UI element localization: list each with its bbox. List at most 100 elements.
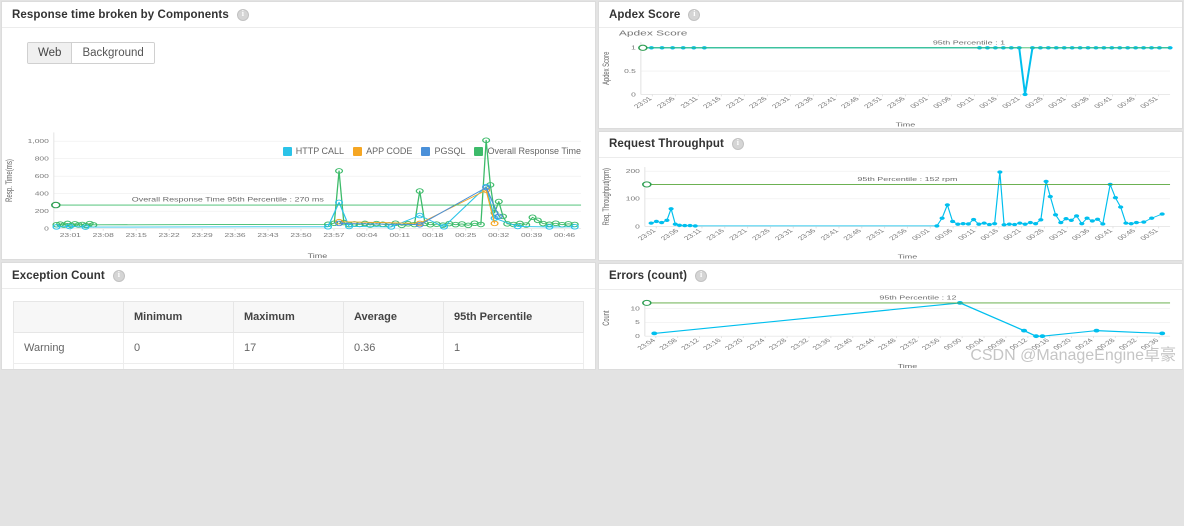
svg-text:23:51: 23:51 [865,228,887,242]
svg-text:00:21: 00:21 [1002,228,1024,242]
svg-text:00:26: 00:26 [1024,228,1046,242]
table-cell: 0 [123,332,234,365]
left-column: Response time broken by Components Web B… [0,0,597,371]
svg-text:Time: Time [898,253,918,260]
svg-text:00:32: 00:32 [488,231,509,238]
panel-body-errors-count: 0 5 10 23:04 23:08 23:12 23:16 23:20 23:24 23:28 2… [599,290,1182,369]
svg-text:200: 200 [35,208,49,215]
svg-text:00:41: 00:41 [1093,228,1115,242]
table-cell: 5 [443,363,584,370]
svg-text:Time: Time [898,362,918,369]
svg-text:00:36: 00:36 [1139,337,1161,351]
svg-text:23:08: 23:08 [93,231,114,238]
svg-text:23:51: 23:51 [862,96,884,110]
svg-text:Time: Time [308,252,328,259]
svg-text:00:04: 00:04 [356,231,377,238]
panel-header-request-throughput: Request Throughput [599,132,1182,158]
table-header-cell: Average [343,301,444,334]
svg-text:10: 10 [630,306,639,312]
svg-text:00:16: 00:16 [979,228,1001,242]
svg-text:0: 0 [635,333,640,339]
svg-text:00:39: 00:39 [521,231,542,238]
svg-text:1,000: 1,000 [28,138,49,145]
svg-text:23:40: 23:40 [833,337,855,351]
svg-text:00:32: 00:32 [1117,337,1139,351]
svg-text:23:46: 23:46 [842,228,864,242]
info-icon[interactable] [688,8,701,21]
info-icon[interactable] [112,269,125,282]
panel-header-errors-count: Errors (count) [599,264,1182,290]
svg-text:Apdex Score: Apdex Score [601,52,612,85]
svg-text:23:21: 23:21 [728,228,750,242]
svg-text:00:06: 00:06 [933,228,955,242]
table-cell: 0.36 [343,332,444,365]
svg-text:00:31: 00:31 [1046,96,1068,110]
svg-text:23:21: 23:21 [724,96,746,110]
svg-text:00:31: 00:31 [1047,228,1069,242]
svg-text:00:20: 00:20 [1052,337,1074,351]
svg-text:23:57: 23:57 [323,231,344,238]
svg-text:0: 0 [635,224,640,230]
chart-request-throughput[interactable]: 0 100 200 23:01 23:06 23:11 23:16 23:21 23:26 23:… [599,158,1182,260]
svg-text:23:36: 23:36 [811,337,833,351]
svg-text:23:11: 23:11 [682,228,703,242]
svg-text:23:29: 23:29 [192,231,213,238]
table-header-cell: Minimum [123,301,234,334]
svg-text:23:36: 23:36 [224,231,245,238]
svg-text:23:36: 23:36 [793,96,815,110]
svg-text:00:51: 00:51 [1139,228,1161,242]
info-icon[interactable] [695,270,708,283]
svg-text:400: 400 [35,190,49,197]
table-row[interactable]: Warning 0 17 0.36 1 [13,332,584,365]
svg-text:23:06: 23:06 [655,96,677,110]
svg-text:00:11: 00:11 [390,231,411,238]
svg-text:800: 800 [35,155,49,162]
svg-text:23:01: 23:01 [60,231,81,238]
svg-text:0.5: 0.5 [624,68,636,74]
table-cell: 0 [123,363,234,370]
svg-text:23:44: 23:44 [855,337,877,351]
info-icon[interactable] [731,138,744,151]
svg-text:23:12: 23:12 [680,337,702,351]
svg-text:95th Percentile : 1: 95th Percentile : 1 [933,39,1005,46]
table-cell: 17 [233,332,344,365]
svg-text:Resp. Time(ms): Resp. Time(ms) [4,159,15,202]
svg-text:00:04: 00:04 [964,337,986,351]
svg-text:00:16: 00:16 [1030,337,1052,351]
panel-errors-count: Errors (count) 051023:0423:0823:1223:162… [598,262,1183,370]
svg-text:Count: Count [601,310,612,326]
svg-text:00:01: 00:01 [908,96,930,110]
chart-response-time[interactable]: 0 200 400 600 800 1,000 23:01 23:08 23:15 23:22 23… [2,28,595,259]
svg-text:100: 100 [626,196,640,202]
svg-text:23:28: 23:28 [767,337,789,351]
svg-text:00:01: 00:01 [910,228,932,242]
svg-text:00:24: 00:24 [1073,337,1095,351]
svg-text:23:26: 23:26 [750,228,772,242]
svg-text:23:56: 23:56 [920,337,942,351]
svg-text:00:28: 00:28 [1095,337,1117,351]
svg-text:Apdex Score: Apdex Score [619,30,688,38]
panel-title-errors-count: Errors (count) [609,270,688,283]
chart-errors-count[interactable]: 0 5 10 23:04 23:08 23:12 23:16 23:20 23:24 23:28 2… [599,290,1182,369]
table-row[interactable]: Fatal 0 19 1.03 5 [13,363,584,370]
svg-text:00:41: 00:41 [1093,96,1115,110]
info-icon[interactable] [236,8,249,21]
svg-text:00:11: 00:11 [956,228,977,242]
svg-text:00:46: 00:46 [1116,228,1138,242]
svg-text:23:16: 23:16 [705,228,727,242]
table-cell: Warning [13,332,124,365]
table-header-cell [13,301,124,334]
table-cell: 1 [443,332,584,365]
svg-text:23:16: 23:16 [701,96,723,110]
svg-text:23:11: 23:11 [679,96,700,110]
svg-text:23:52: 23:52 [898,337,920,351]
exception-table: Minimum Maximum Average 95th Percentile … [13,301,584,370]
svg-text:1: 1 [631,45,636,51]
chart-apdex-score[interactable]: 0 0.5 1 23:01 23:06 23:11 23:16 23:21 23:26 23:31… [599,28,1182,128]
svg-text:23:46: 23:46 [839,96,861,110]
svg-text:23:48: 23:48 [876,337,898,351]
dashboard-grid: Response time broken by Components Web B… [0,0,1184,526]
svg-text:00:11: 00:11 [955,96,976,110]
svg-text:23:24: 23:24 [745,337,767,351]
svg-text:00:00: 00:00 [942,337,964,351]
